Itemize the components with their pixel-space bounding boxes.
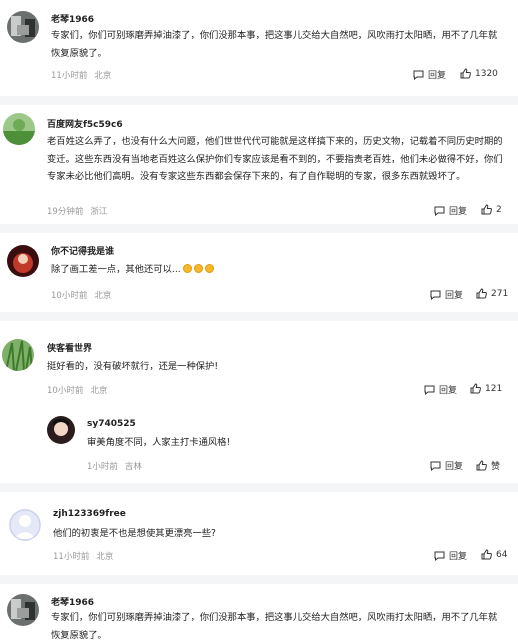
reply-button[interactable]: 回复 bbox=[424, 383, 457, 396]
comment-meta: 19分钟前 浙江 bbox=[47, 205, 107, 217]
separator bbox=[0, 575, 518, 584]
separator bbox=[0, 312, 518, 321]
comment: zjh123369free 他们的初衷是不也是想使其更漂亮一些? 11小时前 北京… bbox=[0, 492, 518, 572]
comment-text: 老百姓这么弄了，也没有什么大问题，他们世世代代可能就是这样搞下来的，历史文物，记… bbox=[47, 136, 503, 182]
comment-icon bbox=[434, 206, 445, 216]
reply-label: 回复 bbox=[445, 462, 464, 472]
comment-time: 19分钟前 bbox=[47, 207, 84, 217]
comment: 老琴1966 专家们，你们可别琢磨弄掉油漆了，你们没那本事，把这事儿交给大自然吧… bbox=[0, 584, 518, 644]
like-button[interactable]: 271 bbox=[476, 288, 508, 299]
laugh-emoji-icon bbox=[182, 264, 192, 273]
like-count: 2 bbox=[496, 204, 502, 215]
reply-button[interactable]: 回复 bbox=[430, 288, 463, 301]
comment-text: 专家们，你们可别琢磨弄掉油漆了，你们没那本事，把这事儿交给大自然吧，风吹雨打太阳… bbox=[51, 30, 498, 59]
comment-username[interactable]: 侠客看世界 bbox=[47, 341, 92, 354]
comment-icon bbox=[434, 551, 445, 561]
comment-meta: 11小时前 北京 bbox=[51, 69, 111, 81]
reply-time: 1小时前 bbox=[87, 462, 118, 472]
like-count: 64 bbox=[496, 549, 508, 560]
separator bbox=[0, 96, 518, 105]
comment-location: 北京 bbox=[94, 71, 112, 81]
comment-time: 11小时前 bbox=[51, 71, 88, 81]
reply-button[interactable]: 回复 bbox=[430, 459, 463, 472]
avatar[interactable] bbox=[7, 594, 39, 626]
avatar[interactable] bbox=[2, 339, 34, 371]
reply-meta: 1小时前 吉林 bbox=[87, 460, 142, 472]
avatar[interactable] bbox=[47, 416, 75, 444]
reply-location: 吉林 bbox=[124, 462, 142, 472]
comment-location: 北京 bbox=[90, 386, 108, 396]
reply-label: 回复 bbox=[449, 552, 468, 562]
reply-label: 回复 bbox=[449, 207, 468, 217]
comment-location: 北京 bbox=[96, 552, 114, 562]
comment-username[interactable]: 百度网友f5c59c6 bbox=[47, 117, 123, 130]
separator bbox=[0, 224, 518, 233]
like-button[interactable]: 121 bbox=[470, 383, 502, 394]
like-count: 121 bbox=[485, 383, 503, 394]
avatar[interactable] bbox=[3, 113, 35, 145]
comment-username[interactable]: 老琴1966 bbox=[51, 12, 94, 25]
like-button[interactable]: 2 bbox=[481, 204, 502, 215]
thumbs-up-icon bbox=[476, 460, 487, 471]
like-count: 271 bbox=[491, 288, 509, 299]
reply-button[interactable]: 回复 bbox=[434, 549, 467, 562]
comment-username[interactable]: 你不记得我是谁 bbox=[51, 244, 114, 257]
thumbs-up-icon bbox=[460, 68, 471, 79]
separator bbox=[0, 483, 518, 492]
comment: 百度网友f5c59c6 老百姓这么弄了，也没有什么大问题，他们世世代代可能就是这… bbox=[0, 105, 518, 227]
comment-time: 10小时前 bbox=[47, 386, 84, 396]
avatar[interactable] bbox=[7, 245, 39, 277]
comment-time: 10小时前 bbox=[51, 291, 88, 301]
comment-username[interactable]: zjh123369free bbox=[53, 509, 126, 519]
comment-username[interactable]: 老琴1966 bbox=[51, 595, 94, 608]
comment-icon bbox=[413, 70, 424, 80]
comment-time: 11小时前 bbox=[53, 552, 90, 562]
thumbs-up-icon bbox=[476, 288, 487, 299]
reply-label: 回复 bbox=[439, 386, 458, 396]
avatar[interactable] bbox=[9, 509, 41, 541]
comment-icon bbox=[424, 385, 435, 395]
comment-text: 专家们，你们可别琢磨弄掉油漆了，你们没那本事，把这事儿交给大自然吧，风吹雨打太阳… bbox=[51, 612, 498, 641]
thumbs-up-icon bbox=[481, 549, 492, 560]
comment-text: 挺好看的，没有破坏就行，还是一种保护! bbox=[47, 361, 219, 372]
like-button[interactable]: 1320 bbox=[460, 68, 498, 79]
comment-text: 除了画工差一点，其他还可以... bbox=[51, 261, 491, 279]
comment: 你不记得我是谁 除了画工差一点，其他还可以... 10小时前 北京 回复 271 bbox=[0, 233, 518, 313]
like-count: 1320 bbox=[475, 68, 498, 79]
comment-meta: 10小时前 北京 bbox=[51, 289, 111, 301]
comment-location: 浙江 bbox=[90, 207, 108, 217]
laugh-emoji-icon bbox=[193, 264, 203, 273]
like-button[interactable]: 64 bbox=[481, 549, 507, 560]
reply-username[interactable]: sy740525 bbox=[87, 419, 136, 429]
comment-text-content: 除了画工差一点，其他还可以... bbox=[51, 264, 181, 275]
comment: 侠客看世界 挺好看的，没有破坏就行，还是一种保护! 10小时前 北京 回复 121… bbox=[0, 321, 518, 481]
comment-text: 他们的初衷是不也是想使其更漂亮一些? bbox=[53, 528, 216, 539]
comment-icon bbox=[430, 461, 441, 471]
reply-text: 审美角度不同，人家主打卡通风格! bbox=[87, 437, 231, 448]
reply-label: 回复 bbox=[428, 71, 447, 81]
comment-meta: 10小时前 北京 bbox=[47, 384, 107, 396]
like-button[interactable]: 赞 bbox=[476, 459, 500, 472]
reply-button[interactable]: 回复 bbox=[434, 204, 467, 217]
comment-icon bbox=[430, 290, 441, 300]
thumbs-up-icon bbox=[470, 383, 481, 394]
like-label: 赞 bbox=[491, 462, 501, 472]
reply-label: 回复 bbox=[445, 291, 464, 301]
comment: 老琴1966 专家们，你们可别琢磨弄掉油漆了，你们没那本事，把这事儿交给大自然吧… bbox=[0, 0, 518, 100]
comment-location: 北京 bbox=[94, 291, 112, 301]
laugh-emoji-icon bbox=[204, 264, 214, 273]
reply-button[interactable]: 回复 bbox=[413, 68, 446, 81]
comment-meta: 11小时前 北京 bbox=[53, 550, 113, 562]
thumbs-up-icon bbox=[481, 204, 492, 215]
avatar[interactable] bbox=[7, 11, 39, 43]
